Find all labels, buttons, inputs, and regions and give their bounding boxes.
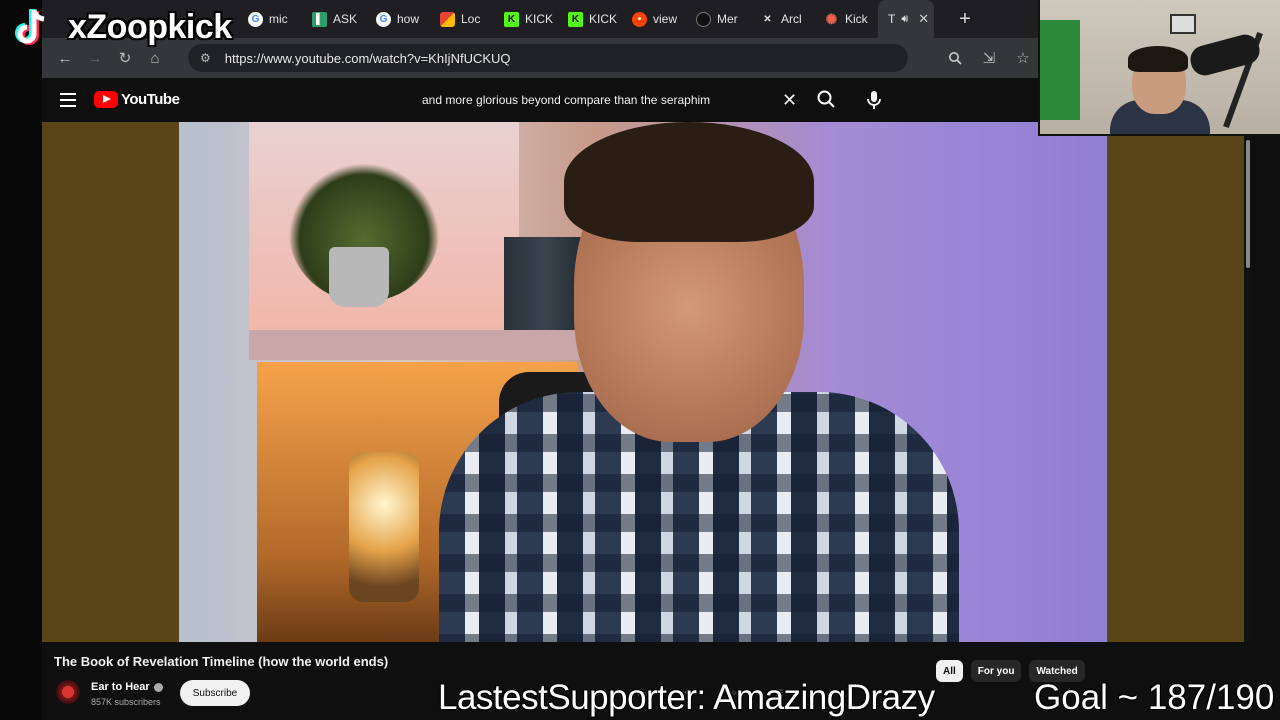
tab-label: mic bbox=[269, 12, 288, 26]
browser-tab[interactable]: ▌ ASK bbox=[302, 0, 366, 38]
address-bar[interactable]: ⚙ https://www.youtube.com/watch?v=KhIjNf… bbox=[188, 44, 908, 72]
channel-name[interactable]: Ear to Hear bbox=[91, 681, 163, 693]
tab-label: view bbox=[653, 12, 678, 26]
youtube-play-icon bbox=[94, 91, 118, 108]
video-shelf bbox=[249, 330, 609, 360]
latest-supporter-ticker: LastestSupporter: AmazingDrazy bbox=[438, 678, 935, 717]
kick-icon: K bbox=[568, 11, 583, 27]
google-icon: G bbox=[248, 11, 263, 27]
streamer-name: xZoopkick bbox=[68, 8, 232, 46]
tab-label: T bbox=[888, 12, 896, 26]
x-icon: ✕ bbox=[763, 13, 772, 25]
tab-label: KICK bbox=[525, 12, 554, 26]
forward-icon[interactable]: → bbox=[80, 43, 110, 73]
browser-tab[interactable]: Loc bbox=[430, 0, 494, 38]
kick-icon: K bbox=[504, 11, 519, 27]
close-icon[interactable]: ✕ bbox=[918, 11, 929, 27]
browser-tab[interactable]: ✺ Kick bbox=[814, 0, 878, 38]
video-pot bbox=[329, 247, 389, 307]
search-icon[interactable] bbox=[816, 89, 838, 111]
webcam-streamer-hair bbox=[1128, 46, 1188, 72]
video-presenter-hair bbox=[564, 122, 814, 242]
verified-icon bbox=[153, 682, 163, 692]
home-icon[interactable]: ⌂ bbox=[140, 43, 170, 73]
url-text: https://www.youtube.com/watch?v=KhIjNfUC… bbox=[224, 50, 511, 66]
youtube-logo-text: YouTube bbox=[121, 91, 180, 108]
maps-icon bbox=[440, 11, 455, 27]
clear-search-icon[interactable]: ✕ bbox=[782, 90, 797, 111]
video-books bbox=[504, 237, 584, 332]
speaker-icon: 🔊︎ bbox=[901, 12, 909, 25]
webcam-green-screen bbox=[1040, 20, 1080, 120]
chip-all[interactable]: All bbox=[936, 660, 963, 682]
hamburger-menu-icon[interactable] bbox=[56, 88, 80, 112]
browser-tab[interactable]: K KICK bbox=[558, 0, 622, 38]
browser-tab[interactable]: G mic bbox=[238, 0, 302, 38]
reddit-icon: • bbox=[632, 11, 647, 27]
tab-label: Arcl bbox=[781, 12, 802, 26]
site-info-icon[interactable]: ⚙ bbox=[200, 51, 211, 65]
video-lantern bbox=[349, 452, 419, 602]
doc-icon: ▌ bbox=[312, 11, 327, 27]
channel-avatar[interactable] bbox=[56, 680, 80, 704]
tab-label: Mer bbox=[717, 12, 738, 26]
google-icon: G bbox=[376, 11, 391, 27]
subscriber-count: 857K subscribers bbox=[91, 697, 161, 707]
browser-tab[interactable]: K KICK bbox=[494, 0, 558, 38]
new-tab-button[interactable]: + bbox=[950, 4, 980, 34]
browser-tab[interactable]: ✕ Arcl bbox=[750, 0, 814, 38]
chip-for-you[interactable]: For you bbox=[970, 660, 1022, 682]
video-title: The Book of Revelation Timeline (how the… bbox=[54, 654, 389, 669]
browser-tab[interactable]: • view bbox=[622, 0, 686, 38]
tab-label: Kick bbox=[845, 12, 868, 26]
left-margin bbox=[0, 0, 42, 720]
youtube-header: YouTube and more glorious beyond compare… bbox=[42, 78, 1038, 122]
browser-tab-active[interactable]: T 🔊︎ ✕ bbox=[878, 0, 934, 38]
browser-tab[interactable]: G how bbox=[366, 0, 430, 38]
search-input[interactable]: and more glorious beyond compare than th… bbox=[422, 93, 710, 107]
webcam-overlay bbox=[1038, 0, 1280, 136]
goal-counter: Goal ~ 187/190 bbox=[1034, 678, 1275, 717]
channel-name-text: Ear to Hear bbox=[91, 681, 150, 693]
scrollbar-thumb[interactable] bbox=[1246, 140, 1250, 268]
install-app-icon[interactable]: ⇲ bbox=[974, 43, 1004, 73]
tab-label: how bbox=[397, 12, 420, 26]
youtube-logo[interactable]: YouTube bbox=[94, 91, 180, 108]
subscribe-button[interactable]: Subscribe bbox=[180, 680, 250, 706]
tab-label: KICK bbox=[589, 12, 618, 26]
webcam-microphone bbox=[1187, 31, 1263, 79]
bookmark-star-icon[interactable]: ☆ bbox=[1008, 43, 1038, 73]
microphone-icon[interactable] bbox=[864, 89, 886, 111]
browser-tab[interactable]: Mer bbox=[686, 0, 750, 38]
github-icon bbox=[696, 11, 711, 27]
zoom-icon[interactable] bbox=[940, 43, 970, 73]
tab-label: ASK bbox=[333, 12, 358, 26]
tab-label: Loc bbox=[461, 12, 481, 26]
webcam-wall-frame bbox=[1170, 14, 1196, 34]
reload-icon[interactable]: ↻ bbox=[110, 43, 140, 73]
asterisk-icon: ✺ bbox=[825, 10, 838, 27]
toolbar-actions: ⇲ ☆ bbox=[940, 43, 1038, 73]
video-frame bbox=[179, 122, 1107, 642]
tiktok-icon bbox=[15, 9, 45, 45]
screen: G mic ▌ ASK G how Loc K KICK K KICK • vi… bbox=[0, 0, 1280, 720]
video-player[interactable] bbox=[42, 122, 1244, 642]
